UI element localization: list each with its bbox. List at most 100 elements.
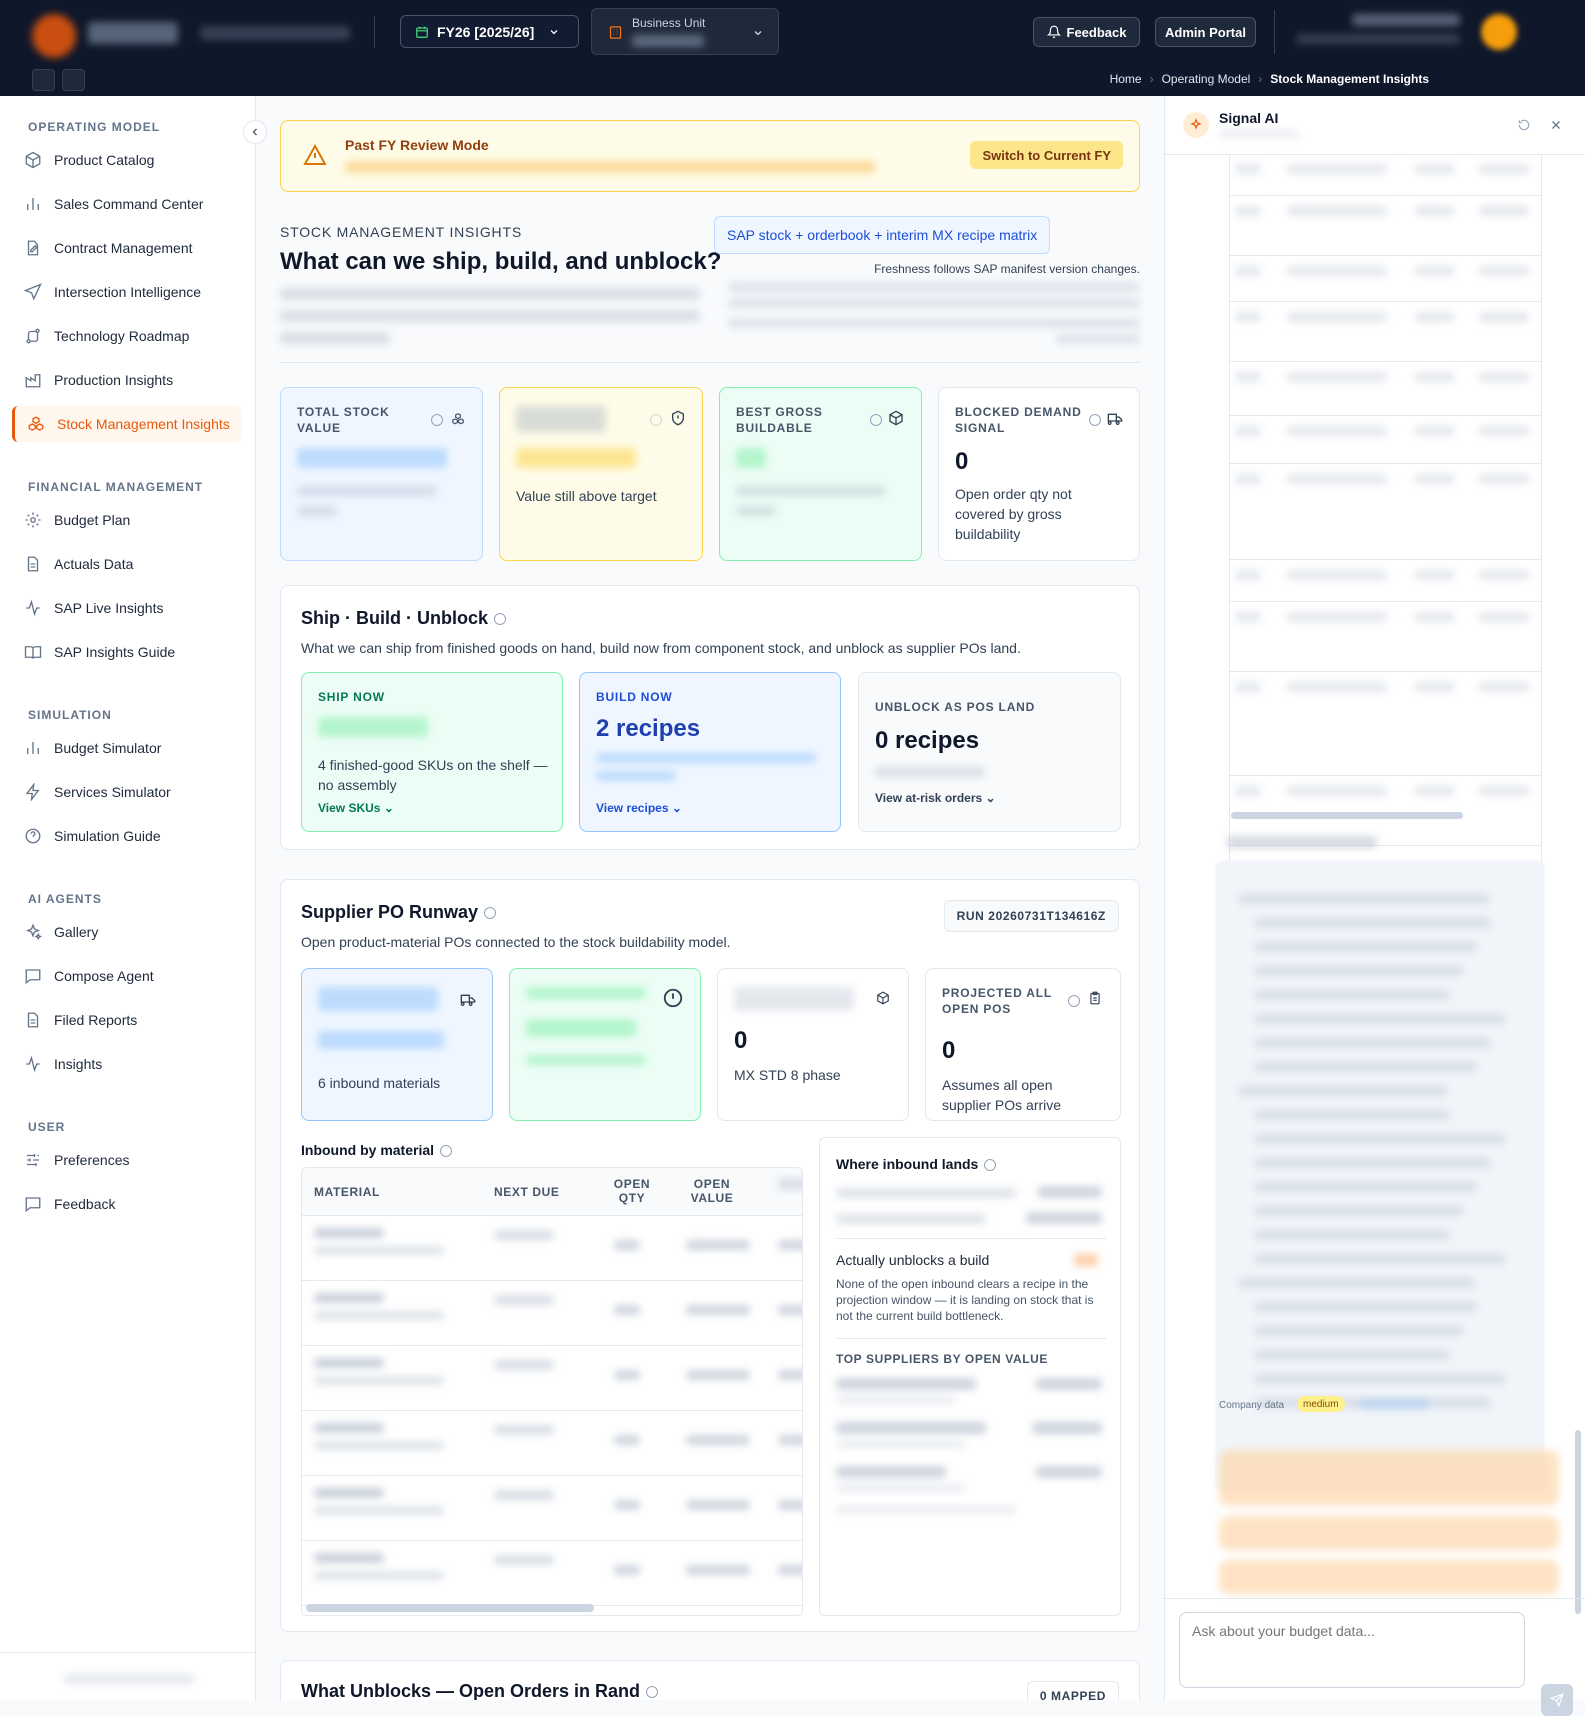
sidebar-item-technology-roadmap[interactable]: Technology Roadmap: [12, 318, 242, 354]
info-icon[interactable]: [1089, 414, 1101, 426]
info-icon[interactable]: [650, 414, 662, 426]
sidebar-item-services-simulator[interactable]: Services Simulator: [12, 774, 242, 810]
sidebar-item-production-insights[interactable]: Production Insights: [12, 362, 242, 398]
close-icon[interactable]: [1549, 118, 1563, 132]
col-open-value[interactable]: OPEN VALUE: [682, 1177, 742, 1205]
breadcrumb-section[interactable]: Operating Model: [1162, 72, 1251, 86]
sidebar-item-sales-command-center[interactable]: Sales Command Center: [12, 186, 242, 222]
sidebar-item-sap-insights-guide[interactable]: SAP Insights Guide: [12, 634, 242, 670]
table-row[interactable]: [302, 1216, 802, 1281]
sidebar-item-budget-plan[interactable]: Budget Plan: [12, 502, 242, 538]
sidebar-item-budget-simulator[interactable]: Budget Simulator: [12, 730, 242, 766]
refresh-icon[interactable]: [1517, 118, 1531, 132]
runway-kpi-unblocks-next-30-days: 0 MX STD 8 phase: [717, 968, 909, 1121]
info-icon[interactable]: [646, 1686, 659, 1699]
sidebar-item-compose-agent[interactable]: Compose Agent: [12, 958, 242, 994]
build-now-detail: [596, 771, 676, 781]
view-at-risk-orders-link[interactable]: View at-risk orders ⌄: [875, 791, 996, 805]
bell-icon: [1046, 25, 1061, 38]
admin-portal-button[interactable]: Admin Portal: [1155, 17, 1256, 47]
sidebar-item-intersection-intelligence[interactable]: Intersection Intelligence: [12, 274, 242, 310]
section-ai-agents: AI AGENTS: [28, 892, 102, 906]
business-unit-select[interactable]: Business Unit: [591, 8, 779, 55]
build-now-detail: [596, 753, 816, 763]
table-row[interactable]: [302, 1541, 802, 1606]
col-material[interactable]: MATERIAL: [314, 1185, 380, 1199]
suggestion-chip[interactable]: [1219, 1516, 1559, 1550]
table-row[interactable]: [302, 1281, 802, 1346]
info-icon[interactable]: [484, 907, 497, 920]
col-next-due[interactable]: NEXT DUE: [494, 1185, 559, 1199]
avatar[interactable]: [1481, 14, 1517, 50]
bar-chart-icon: [27, 742, 39, 754]
cell-overflow: [778, 1370, 802, 1380]
sidebar-item-preferences[interactable]: Preferences: [12, 1142, 242, 1178]
sidebar-item-stock-management-insights[interactable]: Stock Management Insights: [12, 406, 242, 442]
info-icon[interactable]: [494, 613, 506, 626]
fiscal-year-select[interactable]: FY26 [2025/26]: [400, 15, 579, 48]
sidebar-item-contract-management[interactable]: Contract Management: [12, 230, 242, 266]
table-scrollbar[interactable]: [306, 1604, 594, 1612]
chat-message-line: [1255, 1038, 1491, 1048]
table-row[interactable]: [302, 1346, 802, 1411]
chat-message-line: [1255, 1326, 1463, 1336]
package-icon: [889, 410, 903, 426]
chat-table-scrollbar[interactable]: [1231, 812, 1463, 819]
banner-message: [345, 161, 875, 173]
sidebar-footer-version: [64, 1674, 194, 1684]
chat-cell: [1415, 312, 1455, 322]
sidebar-item-sap-live-insights[interactable]: SAP Live Insights: [12, 590, 242, 626]
breadcrumb: Home › Operating Model › Stock Management …: [1109, 72, 1429, 86]
feedback-button[interactable]: Feedback: [1033, 17, 1140, 47]
cell-material-desc: [314, 1571, 444, 1580]
chat-table-row: [1229, 302, 1541, 362]
chat-scrollbar[interactable]: [1575, 1430, 1581, 1614]
box-icon: [25, 151, 41, 169]
table-row[interactable]: [302, 1411, 802, 1476]
view-recipes-link[interactable]: View recipes ⌄: [596, 801, 682, 815]
table-row[interactable]: [302, 1476, 802, 1541]
brand-logo[interactable]: [32, 14, 76, 58]
info-icon[interactable]: [1068, 995, 1080, 1007]
chat-table-row: [1229, 464, 1541, 560]
view-skus-link[interactable]: View SKUs ⌄: [318, 801, 394, 815]
chat-message-line: [1255, 966, 1463, 976]
info-icon[interactable]: [431, 414, 443, 426]
suggestion-chip[interactable]: [1219, 1450, 1559, 1506]
sidebar-item-product-catalog[interactable]: Product Catalog: [12, 142, 242, 178]
chat-cell: [1235, 266, 1261, 276]
col-open-qty[interactable]: OPEN QTY: [602, 1177, 662, 1205]
send-button[interactable]: [1541, 1684, 1573, 1716]
sidebar-item-filed-reports[interactable]: Filed Reports: [12, 1002, 242, 1038]
cell-material-desc: [314, 1311, 444, 1320]
sidebar-item-actuals-data[interactable]: Actuals Data: [12, 546, 242, 582]
sidebar-item-gallery[interactable]: Gallery: [12, 914, 242, 950]
brand-subtitle: [200, 26, 350, 40]
company-data-label: Company data: [1219, 1400, 1285, 1411]
toolbar-button-1[interactable]: [32, 69, 55, 91]
sidebar-item-feedback[interactable]: Feedback: [12, 1186, 242, 1222]
sidebar-item-insights[interactable]: Insights: [12, 1046, 242, 1082]
collapse-sidebar-button[interactable]: [243, 120, 267, 144]
toolbar-button-2[interactable]: [62, 69, 85, 91]
switch-to-current-fy-button[interactable]: Switch to Current FY: [970, 141, 1123, 169]
chat-input[interactable]: [1179, 1612, 1525, 1688]
info-icon[interactable]: [984, 1159, 997, 1172]
info-icon[interactable]: [870, 414, 882, 426]
suggestion-chip[interactable]: [1219, 1560, 1559, 1594]
freshness-detail: [1056, 334, 1140, 344]
kpi-label-blurred: [318, 987, 438, 1011]
chat-message-bubble: [1215, 860, 1545, 1492]
info-icon[interactable]: [440, 1145, 453, 1158]
breadcrumb-home[interactable]: Home: [1110, 72, 1142, 86]
cell-open-qty: [614, 1305, 640, 1315]
main-content: Past FY Review Mode Switch to Current FY…: [256, 96, 1164, 1700]
signal-ai-subtitle: [1219, 130, 1299, 138]
shield-icon: [672, 410, 684, 426]
runway-title: Supplier PO Runway: [301, 902, 497, 923]
source-chip: SAP stock + orderbook + interim MX recip…: [714, 216, 1051, 254]
sidebar-item-simulation-guide[interactable]: Simulation Guide: [12, 818, 242, 854]
kpi-value: [318, 1031, 444, 1049]
chat-cell: [1479, 164, 1529, 174]
chat-cell: [1287, 266, 1387, 276]
